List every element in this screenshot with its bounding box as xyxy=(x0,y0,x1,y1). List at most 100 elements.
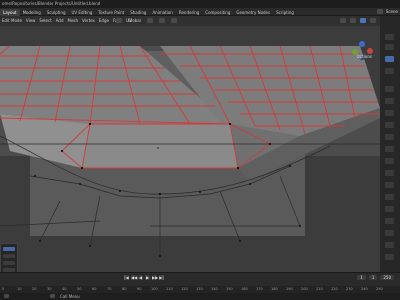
3d-viewport[interactable]: Options xyxy=(0,26,380,272)
title-bar: ome/Repositories/Blender Projects/Untitl… xyxy=(0,0,400,8)
tab-animation[interactable]: Animation xyxy=(149,9,175,16)
tab-sculpting[interactable]: Sculpting xyxy=(44,9,69,16)
tab-shading[interactable]: Shading xyxy=(127,9,149,16)
jump-end-button[interactable]: ▶| xyxy=(159,275,164,280)
tool-icon[interactable] xyxy=(385,230,394,236)
pivot-icon[interactable] xyxy=(146,18,153,23)
tool-icon[interactable] xyxy=(385,110,394,116)
overlay-icon[interactable] xyxy=(340,18,346,23)
workspace-tabs: Layout Modeling Sculpting UV Editing Tex… xyxy=(0,9,297,16)
tool-icon[interactable] xyxy=(385,242,394,248)
tab-rendering[interactable]: Rendering xyxy=(176,9,202,16)
perspective-icon[interactable] xyxy=(385,68,394,74)
xray-icon[interactable] xyxy=(350,18,356,23)
ruler-tick: 150 xyxy=(226,287,233,291)
menu-mesh[interactable]: Mesh xyxy=(68,18,79,23)
end-frame-field[interactable]: 250 xyxy=(380,275,394,280)
status-bar: Call Menu xyxy=(0,293,400,300)
tab-modeling[interactable]: Modeling xyxy=(20,9,44,16)
orientation-icon[interactable] xyxy=(116,18,122,23)
scene-selector[interactable]: Scene xyxy=(376,9,398,14)
ruler-tick: 50 xyxy=(77,287,82,291)
mouse-icon xyxy=(50,294,55,298)
play-reverse-button[interactable]: ◀ xyxy=(138,275,143,280)
menu-select[interactable]: Select xyxy=(39,18,51,23)
solid-shading-icon[interactable] xyxy=(360,18,366,23)
ruler-tick: 250 xyxy=(376,287,383,291)
menu-view[interactable]: View xyxy=(26,18,36,23)
ruler-tick: 180 xyxy=(271,287,278,291)
current-frame-field[interactable]: 1 xyxy=(357,275,366,280)
ruler-tick: 10 xyxy=(17,287,22,291)
operator-row[interactable] xyxy=(3,261,15,265)
tool-icon[interactable] xyxy=(385,86,394,92)
ruler-tick: 0 xyxy=(2,287,5,291)
ruler-tick: 160 xyxy=(241,287,248,291)
play-button[interactable]: ▶ xyxy=(145,275,150,280)
operator-row[interactable] xyxy=(3,247,15,251)
ruler-tick: 40 xyxy=(62,287,67,291)
transform-controls: Global xyxy=(116,18,177,23)
tool-icon[interactable] xyxy=(385,218,394,224)
ruler-tick: 60 xyxy=(92,287,97,291)
ruler-tick: 110 xyxy=(166,287,173,291)
menu-edge[interactable]: Edge xyxy=(99,18,109,23)
proportional-edit-icon[interactable] xyxy=(170,18,177,23)
prev-keyframe-button[interactable]: ◀◀ xyxy=(131,275,137,280)
playback-controls: |◀ ◀◀ ◀ ▶ ▶▶ ▶| xyxy=(124,275,164,280)
tab-scripting[interactable]: Scripting xyxy=(273,9,297,16)
tool-icon[interactable] xyxy=(385,122,394,128)
status-message: Call Menu xyxy=(60,294,80,299)
jump-start-button[interactable]: |◀ xyxy=(124,275,129,280)
tool-icon[interactable] xyxy=(385,170,394,176)
gizmo-z-axis-icon[interactable] xyxy=(359,41,365,47)
tool-icon[interactable] xyxy=(385,98,394,104)
tool-icon[interactable] xyxy=(385,194,394,200)
tab-uv-editing[interactable]: UV Editing xyxy=(69,9,96,16)
mode-selector[interactable]: Edit Mode xyxy=(2,18,22,23)
mesh-view xyxy=(0,41,380,257)
ruler-tick: 30 xyxy=(47,287,52,291)
tool-icon[interactable] xyxy=(385,158,394,164)
frame-ruler[interactable]: 0 10 20 30 40 50 60 70 80 90 100 110 120… xyxy=(0,286,400,293)
tool-icon[interactable] xyxy=(385,182,394,188)
timeline-header: |◀ ◀◀ ◀ ▶ ▶▶ ▶| 1 1 250 xyxy=(0,272,400,286)
right-toolbar xyxy=(380,16,400,272)
ruler-tick: 80 xyxy=(122,287,127,291)
operator-row[interactable] xyxy=(3,254,15,258)
ruler-tick: 20 xyxy=(32,287,37,291)
mouse-icon xyxy=(4,294,9,298)
ruler-tick: 230 xyxy=(346,287,353,291)
ruler-tick: 170 xyxy=(256,287,263,291)
tool-icon[interactable] xyxy=(385,254,394,260)
ruler-tick: 70 xyxy=(107,287,112,291)
tool-icon[interactable] xyxy=(385,206,394,212)
menu-add[interactable]: Add xyxy=(56,18,64,23)
scene-label: Scene xyxy=(385,9,398,14)
tab-texture-paint[interactable]: Texture Paint xyxy=(95,9,127,16)
tool-icon[interactable] xyxy=(385,134,394,140)
viewport-menus: Edit Mode View Select Add Mesh Vertex Ed… xyxy=(2,18,132,23)
scene-icon xyxy=(376,9,383,14)
snap-icon[interactable] xyxy=(158,18,165,23)
pan-icon[interactable] xyxy=(385,44,394,50)
ruler-tick: 140 xyxy=(211,287,218,291)
tab-geometry-nodes[interactable]: Geometry Nodes xyxy=(233,9,273,16)
ruler-tick: 210 xyxy=(316,287,323,291)
camera-view-icon[interactable] xyxy=(385,56,394,62)
center-face xyxy=(82,124,238,168)
material-shading-icon[interactable] xyxy=(370,18,376,23)
operator-redo-panel[interactable] xyxy=(0,243,18,272)
zoom-icon[interactable] xyxy=(385,34,394,40)
transform-orientation[interactable]: Global xyxy=(128,18,141,23)
ruler-tick: 100 xyxy=(151,287,158,291)
viewport-options[interactable]: Options xyxy=(357,54,372,59)
start-frame-field[interactable]: 1 xyxy=(368,275,378,280)
menu-vertex[interactable]: Vertex xyxy=(82,18,95,23)
tab-layout[interactable]: Layout xyxy=(0,9,20,16)
next-keyframe-button[interactable]: ▶▶ xyxy=(152,275,158,280)
tool-icon[interactable] xyxy=(385,146,394,152)
tab-compositing[interactable]: Compositing xyxy=(202,9,233,16)
ruler-tick: 190 xyxy=(286,287,293,291)
ruler-tick: 130 xyxy=(196,287,203,291)
